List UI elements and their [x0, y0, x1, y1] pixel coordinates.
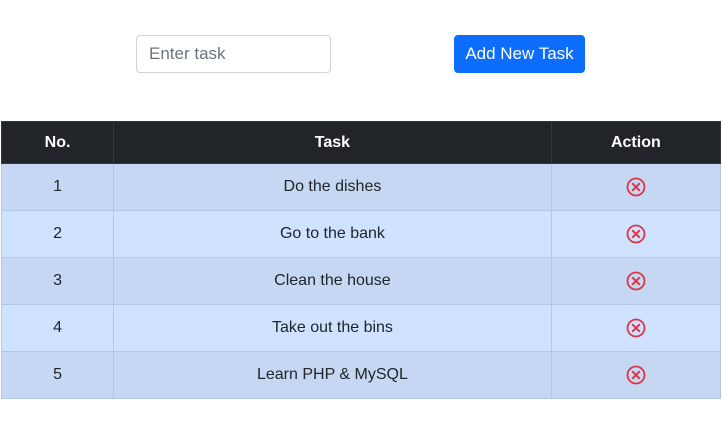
table-header-row: No. Task Action — [0, 121, 722, 164]
table-row: 1 Do the dishes — [0, 163, 722, 211]
task-name: Do the dishes — [113, 163, 552, 211]
delete-circle-x-icon[interactable] — [626, 177, 646, 197]
task-name: Go to the bank — [113, 210, 552, 258]
todo-page: Add New Task No. Task Action 1 Do the di… — [0, 0, 722, 431]
tasks-table: No. Task Action 1 Do the dishes 2 Go to … — [0, 121, 722, 399]
delete-circle-x-icon[interactable] — [626, 318, 646, 338]
delete-circle-x-icon[interactable] — [626, 271, 646, 291]
delete-circle-x-icon[interactable] — [626, 224, 646, 244]
header-number: No. — [0, 121, 115, 164]
table-row: 2 Go to the bank — [0, 210, 722, 258]
task-action-cell — [550, 163, 722, 211]
task-name: Learn PHP & MySQL — [113, 351, 552, 399]
table-row: 4 Take out the bins — [0, 304, 722, 352]
task-number: 5 — [0, 351, 115, 399]
task-action-cell — [550, 304, 722, 352]
table-row: 5 Learn PHP & MySQL — [0, 351, 722, 399]
task-name: Clean the house — [113, 257, 552, 305]
task-input[interactable] — [136, 35, 331, 73]
task-action-cell — [550, 351, 722, 399]
task-number: 4 — [0, 304, 115, 352]
task-number: 3 — [0, 257, 115, 305]
task-number: 2 — [0, 210, 115, 258]
header-task: Task — [113, 121, 552, 164]
table-row: 3 Clean the house — [0, 257, 722, 305]
task-action-cell — [550, 257, 722, 305]
add-new-task-button[interactable]: Add New Task — [454, 35, 585, 73]
task-name: Take out the bins — [113, 304, 552, 352]
delete-circle-x-icon[interactable] — [626, 365, 646, 385]
task-number: 1 — [0, 163, 115, 211]
task-action-cell — [550, 210, 722, 258]
header-action: Action — [550, 121, 722, 164]
